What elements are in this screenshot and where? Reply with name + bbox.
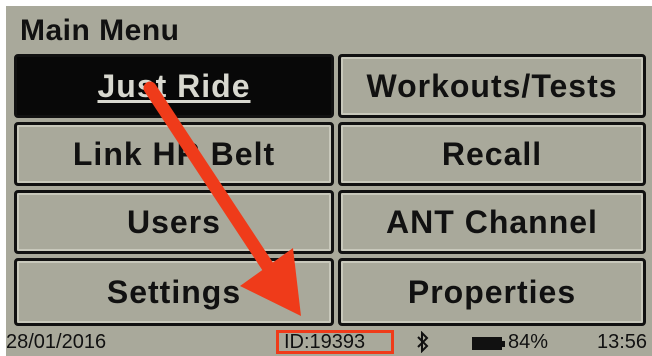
workouts-tests-button[interactable]: Workouts/Tests <box>338 54 646 118</box>
device-screen: Main Menu Just Ride Workouts/Tests Link … <box>6 6 652 356</box>
status-bar: 28/01/2016 ID:19393 84% 13:56 <box>6 330 652 356</box>
recall-button[interactable]: Recall <box>338 122 646 186</box>
status-date: 28/01/2016 <box>6 331 107 353</box>
link-hr-belt-button[interactable]: Link HR Belt <box>14 122 334 186</box>
bluetooth-icon <box>416 330 430 356</box>
battery-percent: 84% <box>508 331 549 353</box>
just-ride-button[interactable]: Just Ride <box>14 54 334 118</box>
status-device-id: ID:19393 <box>284 331 366 353</box>
users-button[interactable]: Users <box>14 190 334 254</box>
menu-title: Main Menu <box>20 14 180 47</box>
battery-icon <box>472 337 505 350</box>
ant-channel-button[interactable]: ANT Channel <box>338 190 646 254</box>
status-time: 13:56 <box>597 331 648 353</box>
settings-button[interactable]: Settings <box>14 258 334 326</box>
properties-button[interactable]: Properties <box>338 258 646 326</box>
